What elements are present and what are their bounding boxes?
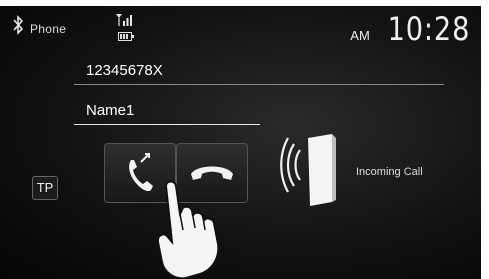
call-status-label: Incoming Call <box>356 166 423 178</box>
bezel-right <box>481 0 489 279</box>
status-bar: Phone AM 10:28 <box>10 10 480 50</box>
clock-ampm: AM <box>350 28 370 43</box>
phone-screen: Phone AM 10:28 12345678X Name1 TP Incomi… <box>0 0 489 279</box>
clock-time: 10:28 <box>387 10 470 48</box>
source-label: Phone <box>30 22 67 36</box>
incoming-call-icon <box>280 134 336 206</box>
battery-icon <box>118 32 134 41</box>
clock: AM 10:28 <box>350 10 470 48</box>
bezel-top <box>0 0 489 6</box>
tp-button[interactable]: TP <box>32 176 58 200</box>
hand-pointer-icon <box>156 180 220 279</box>
phone-number: 12345678X <box>86 62 163 79</box>
phone-number-field: 12345678X <box>74 60 444 85</box>
signal-icon <box>116 14 132 26</box>
bluetooth-icon <box>13 15 24 35</box>
contact-name-field: Name1 <box>74 100 260 125</box>
contact-name: Name1 <box>86 102 135 119</box>
